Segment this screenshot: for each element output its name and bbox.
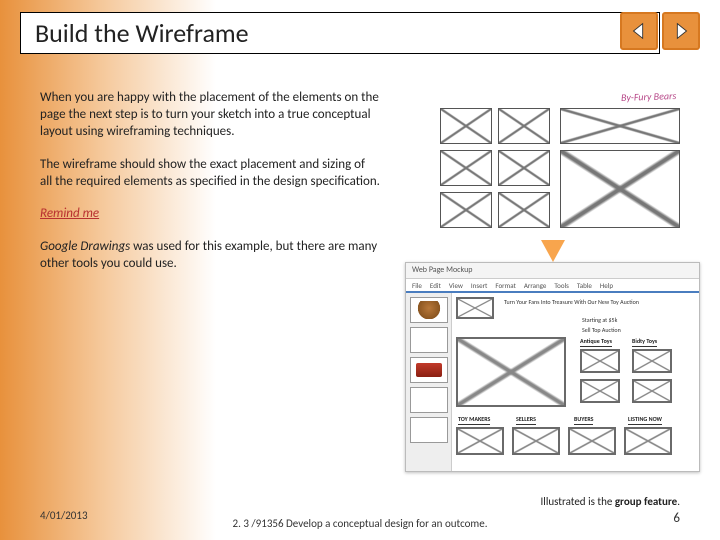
wf-sub2: Sell Top Auction xyxy=(582,327,621,334)
wf-headline: Turn Your Fans Into Treasure With Our Ne… xyxy=(504,299,664,306)
wf-bottom-1: SELLERS xyxy=(516,415,536,425)
sketch-box xyxy=(498,192,550,228)
wf-bottom-0: TOY MAKERS xyxy=(458,415,490,425)
wf-bottom-2: BUYERS xyxy=(574,415,593,425)
paragraph-2: The wireframe should show the exact plac… xyxy=(40,157,380,191)
thumb xyxy=(410,387,448,413)
title-bar: Build the Wireframe xyxy=(20,12,660,54)
nav-buttons xyxy=(620,12,700,50)
wf-box xyxy=(624,427,672,455)
wf-box xyxy=(512,427,560,455)
wf-box xyxy=(580,379,620,403)
google-drawings-name: Google Drawings xyxy=(40,239,130,254)
sketch-box xyxy=(498,150,550,186)
menu-item: Arrange xyxy=(524,281,547,290)
sketch-illustration: By-Fury Bears xyxy=(436,88,686,238)
wf-label-b: Bidty Toys xyxy=(632,337,657,347)
wf-label-a: Antique Toys xyxy=(580,337,612,347)
wf-sub1: Starting at $5k xyxy=(582,317,617,324)
footer-date: 4/01/2013 xyxy=(40,509,88,522)
mockup-body: Turn Your Fans Into Treasure With Our Ne… xyxy=(406,293,699,471)
wf-box xyxy=(580,349,620,373)
page-title: Build the Wireframe xyxy=(35,17,249,49)
wf-box xyxy=(456,427,504,455)
footer-center: 2. 3 /91356 Develop a conceptual design … xyxy=(230,517,490,530)
wf-box xyxy=(568,427,616,455)
thumb-car xyxy=(410,357,448,383)
prev-button[interactable] xyxy=(620,12,658,50)
menu-item: View xyxy=(449,281,463,290)
wf-box xyxy=(456,337,566,407)
paragraph-3: Google Drawings was used for this exampl… xyxy=(40,239,380,273)
caption-bold: group feature xyxy=(615,495,677,508)
thumb xyxy=(410,417,448,443)
arrow-left-icon xyxy=(628,20,650,42)
menu-item: Tools xyxy=(554,281,569,290)
mockup-title: Web Page Mockup xyxy=(406,263,699,279)
wf-box xyxy=(632,349,672,373)
sketch-box xyxy=(560,150,680,228)
wf-box xyxy=(632,379,672,403)
mockup-canvas: Turn Your Fans Into Treasure With Our Ne… xyxy=(452,293,699,471)
menu-item: Table xyxy=(577,281,592,290)
menu-item: Format xyxy=(495,281,515,290)
body-text: When you are happy with the placement of… xyxy=(40,90,380,289)
footer-page: 6 xyxy=(673,511,680,526)
caption: Illustrated is the group feature. xyxy=(541,495,680,508)
wf-box xyxy=(456,297,494,319)
menu-item: Insert xyxy=(471,281,487,290)
menu-item: Edit xyxy=(430,281,441,290)
caption-post: . xyxy=(677,495,680,508)
mockup-window: Web Page Mockup File Edit View Insert Fo… xyxy=(405,262,700,472)
remind-me-link[interactable]: Remind me xyxy=(40,206,99,223)
sketch-box xyxy=(440,192,492,228)
arrow-right-icon xyxy=(670,20,692,42)
sketch-box xyxy=(560,108,680,144)
arrow-down-icon xyxy=(541,240,565,262)
menu-item: Help xyxy=(600,281,613,290)
menu-item: File xyxy=(412,281,422,290)
paragraph-1: When you are happy with the placement of… xyxy=(40,90,380,141)
wf-bottom-3: LISTING NOW xyxy=(628,415,662,425)
thumb xyxy=(410,327,448,353)
sketch-title: By-Fury Bears xyxy=(620,89,676,104)
thumb-teddy xyxy=(410,297,448,323)
sketch-box xyxy=(440,108,492,144)
sketch-box xyxy=(498,108,550,144)
caption-pre: Illustrated is the xyxy=(541,495,615,508)
sketch-box xyxy=(440,150,492,186)
mockup-menu: File Edit View Insert Format Arrange Too… xyxy=(406,279,699,293)
next-button[interactable] xyxy=(662,12,700,50)
mockup-sidebar xyxy=(406,293,452,471)
